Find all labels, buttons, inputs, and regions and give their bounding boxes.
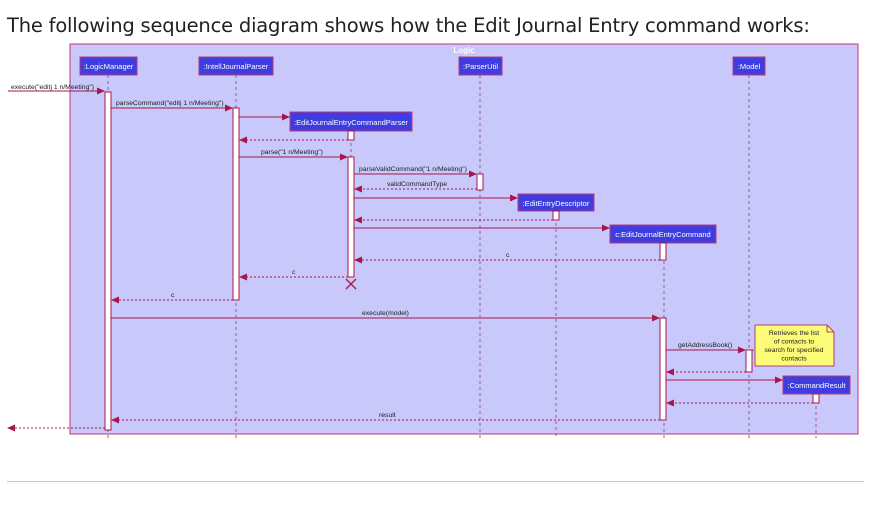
logic-frame-label: Logic xyxy=(453,46,475,55)
participant-logic-manager-label: :LogicManager xyxy=(84,62,134,71)
participant-model-label: :Model xyxy=(738,62,761,71)
activation-edit-command-execute xyxy=(659,317,667,421)
participant-edit-journal-entry-command-parser-label: :EditJournalEntryCommandParser xyxy=(294,118,408,127)
activation-edit-command-constructor xyxy=(659,242,667,261)
note-line-2: of contacts to xyxy=(774,339,815,346)
note: Retrieves the list of contacts to search… xyxy=(752,324,835,367)
participant-parser-util-label: :ParserUtil xyxy=(463,62,498,71)
note-line-1: Retrieves the list xyxy=(769,330,819,337)
msg-result-label: result xyxy=(379,412,396,419)
activation-parser-parse xyxy=(347,156,355,278)
horizontal-divider xyxy=(7,481,864,482)
msg-parse-command-label: parseCommand("editj 1 n/Meeting") xyxy=(116,100,224,107)
activation-command-result xyxy=(812,393,820,404)
note-line-3: search for specified xyxy=(765,347,824,354)
activation-model xyxy=(745,349,753,373)
activation-intell-journal-parser xyxy=(232,107,240,301)
msg-parse-label: parse("1 n/Meeting") xyxy=(261,149,323,156)
msg-return-c-from-command-label: c xyxy=(506,252,510,259)
msg-execute-input-label: execute("editj 1 n/Meeting") xyxy=(11,84,94,91)
msg-parse-valid-command-label: parseValidCommand("1 n/Meeting") xyxy=(359,166,467,173)
msg-get-address-book-label: getAddressBook() xyxy=(678,342,732,349)
participant-edit-entry-descriptor-label: :EditEntryDescriptor xyxy=(523,199,590,208)
participant-command-result-label: :CommandResult xyxy=(788,381,847,390)
sequence-diagram: Logic :LogicManager :IntellJournalParser… xyxy=(7,43,859,438)
msg-return-c-to-manager-label: c xyxy=(171,292,175,299)
activation-edit-entry-descriptor xyxy=(552,210,560,221)
note-line-4: contacts xyxy=(781,356,807,363)
activation-parser-constructor xyxy=(347,130,355,141)
participant-intell-journal-parser-label: :IntellJournalParser xyxy=(204,62,269,71)
participant-edit-journal-entry-command-label: c:EditJournalEntryCommand xyxy=(615,230,710,239)
activation-parser-util xyxy=(476,173,484,191)
activation-logic-manager xyxy=(104,91,112,431)
msg-return-c-from-parser-label: c xyxy=(292,269,296,276)
msg-execute-model-label: execute(model) xyxy=(362,310,409,317)
msg-valid-command-type-label: validCommandType xyxy=(387,181,447,188)
